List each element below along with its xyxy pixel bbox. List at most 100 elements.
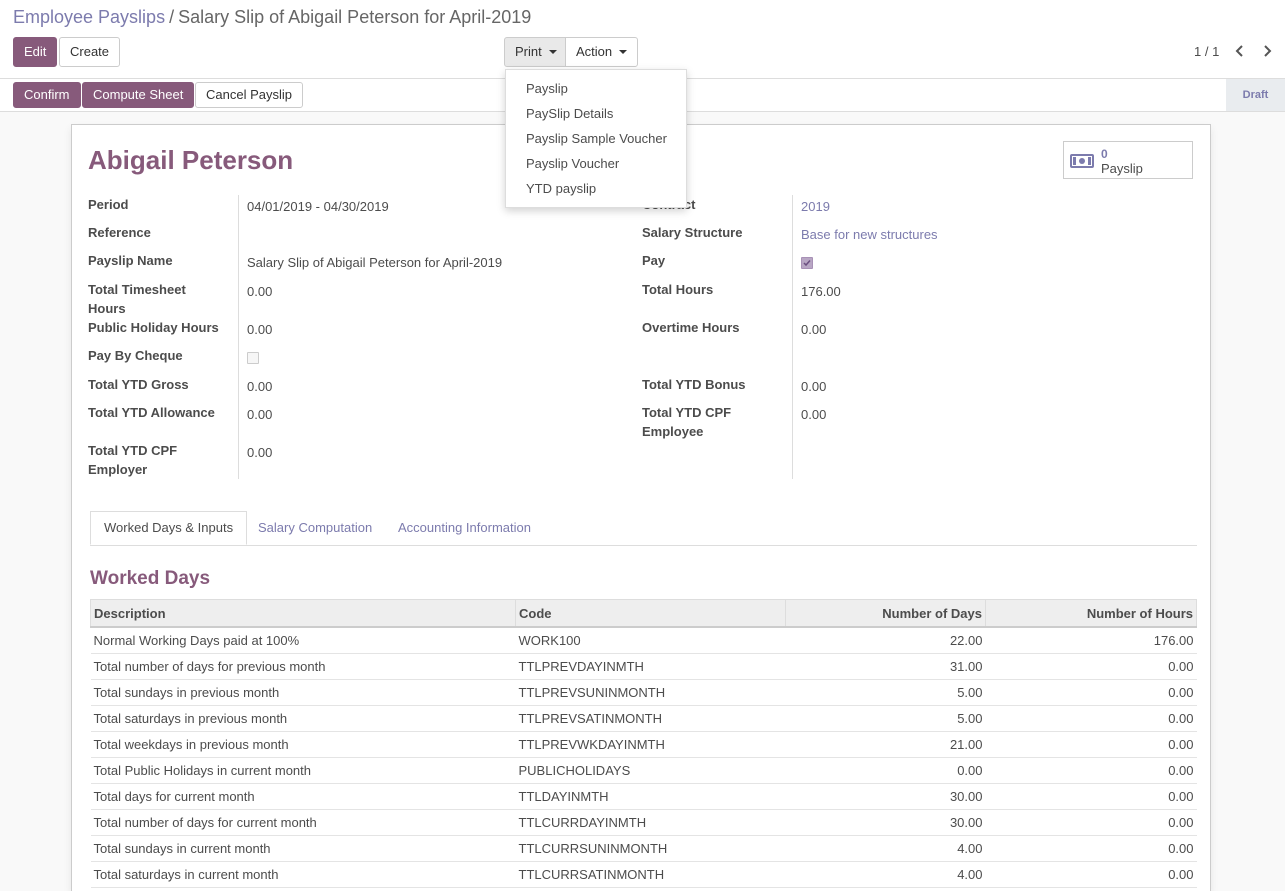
table-row[interactable]: Total Public Holidays in current month PU… <box>90 757 1197 784</box>
ytd-bonus-value[interactable]: 0.00 <box>801 377 826 396</box>
right-column-divider <box>792 195 793 479</box>
public-holiday-hours-label: Public Holiday Hours <box>88 320 219 335</box>
status-draft[interactable]: Draft <box>1226 79 1285 111</box>
ytd-gross-label: Total YTD Gross <box>88 377 189 392</box>
worked-days-table: Description Code Number of Days Number o… <box>90 599 1197 888</box>
public-holiday-hours-value[interactable]: 0.00 <box>247 320 272 339</box>
print-menu-item-payslip[interactable]: Payslip <box>526 81 568 96</box>
confirm-button[interactable]: Confirm <box>13 82 81 108</box>
ytd-allowance-value[interactable]: 0.00 <box>247 405 272 424</box>
code-cell: TTLPREVWKDAYINMTH <box>515 731 786 758</box>
create-button[interactable]: Create <box>59 37 121 67</box>
table-row[interactable]: Total days for current month TTLDAYINMTH 3… <box>90 783 1197 810</box>
pager-value[interactable]: 1 / 1 <box>1194 44 1219 59</box>
code-cell: TTLCURRSUNINMONTH <box>515 835 786 862</box>
timesheet-hours-label-line2: Hours <box>88 301 126 316</box>
description-cell: Total days for current month <box>90 783 516 810</box>
payslip-name-value[interactable]: Salary Slip of Abigail Peterson for Apri… <box>247 253 502 272</box>
total-hours-value[interactable]: 176.00 <box>801 282 841 301</box>
control-panel: Employee Payslips / Salary Slip of Abigail… <box>0 0 1285 79</box>
tab-salary-computation[interactable]: Salary Computation <box>245 511 385 544</box>
table-row[interactable]: Total sundays in previous month TTLPREVSU… <box>90 679 1197 706</box>
edit-button[interactable]: Edit <box>13 37 58 67</box>
payslip-smart-button[interactable]: 0 Payslip <box>1063 141 1193 179</box>
timesheet-hours-value[interactable]: 0.00 <box>247 282 272 301</box>
ytd-cpf-employer-label: Total YTD CPF Employer <box>88 441 177 479</box>
payslip-count: 0 <box>1101 147 1108 161</box>
hours-cell: 0.00 <box>985 809 1197 836</box>
col-code-header[interactable]: Code <box>515 599 786 628</box>
timesheet-hours-label: Total Timesheet Hours <box>88 280 186 318</box>
contract-link[interactable]: 2019 <box>801 197 830 216</box>
table-row[interactable]: Total sundays in current month TTLCURRSUN… <box>90 835 1197 862</box>
col-description-header[interactable]: Description <box>90 599 516 628</box>
notebook-tabs: Worked Days & Inputs Salary Computation … <box>90 511 1197 546</box>
ytd-cpf-employee-value[interactable]: 0.00 <box>801 405 826 424</box>
action-label: Action <box>576 44 613 59</box>
money-icon <box>1070 154 1094 168</box>
total-hours-label: Total Hours <box>642 282 714 297</box>
hours-cell: 0.00 <box>985 731 1197 758</box>
table-row[interactable]: Total weekdays in previous month TTLPREVW… <box>90 731 1197 758</box>
print-label: Print <box>515 44 542 59</box>
ytd-gross-value[interactable]: 0.00 <box>247 377 272 396</box>
days-cell: 0.00 <box>785 757 986 784</box>
ytd-allowance-label: Total YTD Allowance <box>88 405 215 420</box>
description-cell: Total Public Holidays in current month <box>90 757 516 784</box>
hours-cell: 0.00 <box>985 861 1197 888</box>
table-row[interactable]: Total number of days for current month TT… <box>90 809 1197 836</box>
tab-worked-days-inputs[interactable]: Worked Days & Inputs <box>90 511 248 545</box>
code-cell: TTLPREVSUNINMONTH <box>515 679 786 706</box>
cancel-payslip-button[interactable]: Cancel Payslip <box>195 82 303 108</box>
salary-structure-label: Salary Structure <box>642 225 743 240</box>
col-days-header[interactable]: Number of Days <box>785 599 986 628</box>
action-dropdown-button[interactable]: Action <box>565 37 639 67</box>
compute-sheet-button[interactable]: Compute Sheet <box>82 82 195 108</box>
days-cell: 5.00 <box>785 705 986 732</box>
overtime-hours-value[interactable]: 0.00 <box>801 320 826 339</box>
hours-cell: 0.00 <box>985 835 1197 862</box>
ytd-cpf-employee-label-line1: Total YTD CPF <box>642 405 732 420</box>
payslip-smart-label: Payslip <box>1101 161 1143 176</box>
pager-previous-icon[interactable] <box>1233 44 1247 58</box>
col-hours-header[interactable]: Number of Hours <box>985 599 1197 628</box>
code-cell: TTLCURRSATINMONTH <box>515 861 786 888</box>
worked-days-title: Worked Days <box>90 568 211 589</box>
print-menu-item-payslip-sample-voucher[interactable]: Payslip Sample Voucher <box>526 131 667 146</box>
reference-label: Reference <box>88 225 151 240</box>
ytd-cpf-employer-label-line1: Total YTD CPF <box>88 443 178 458</box>
ytd-bonus-label: Total YTD Bonus <box>642 377 746 392</box>
print-menu-item-ytd-payslip[interactable]: YTD payslip <box>526 181 596 196</box>
days-cell: 4.00 <box>785 835 986 862</box>
code-cell: TTLDAYINMTH <box>515 783 786 810</box>
table-row[interactable]: Total number of days for previous month T… <box>90 653 1197 680</box>
code-cell: TTLPREVSATINMONTH <box>515 705 786 732</box>
employee-name: Abigail Peterson <box>88 145 294 175</box>
print-menu-item-payslip-voucher[interactable]: Payslip Voucher <box>526 156 619 171</box>
period-value[interactable]: 04/01/2019 - 04/30/2019 <box>247 197 389 216</box>
pay-by-cheque-checkbox[interactable] <box>247 352 259 364</box>
ytd-cpf-employee-label: Total YTD CPF Employee <box>642 403 731 441</box>
worked-days-rows: Normal Working Days paid at 100% WORK100 2… <box>90 627 1197 888</box>
hours-cell: 0.00 <box>985 705 1197 732</box>
salary-structure-link[interactable]: Base for new structures <box>801 225 938 244</box>
tab-accounting-information[interactable]: Accounting Information <box>385 511 544 544</box>
description-cell: Normal Working Days paid at 100% <box>90 627 516 654</box>
hours-cell: 0.00 <box>985 783 1197 810</box>
days-cell: 22.00 <box>785 627 986 654</box>
code-cell: TTLPREVDAYINMTH <box>515 653 786 680</box>
breadcrumb-parent-link[interactable]: Employee Payslips <box>13 7 165 27</box>
left-column-divider <box>238 195 239 479</box>
pager-next-icon[interactable] <box>1260 44 1274 58</box>
print-dropdown-button[interactable]: Print <box>504 37 568 67</box>
days-cell: 21.00 <box>785 731 986 758</box>
table-row[interactable]: Total saturdays in previous month TTLPREV… <box>90 705 1197 732</box>
check-icon <box>803 260 811 267</box>
table-row[interactable]: Total saturdays in current month TTLCURRS… <box>90 861 1197 888</box>
ytd-cpf-employer-value[interactable]: 0.00 <box>247 443 272 462</box>
description-cell: Total number of days for current month <box>90 809 516 836</box>
table-row[interactable]: Normal Working Days paid at 100% WORK100 2… <box>90 627 1197 654</box>
print-menu-item-payslip-details[interactable]: PaySlip Details <box>526 106 613 121</box>
description-cell: Total number of days for previous month <box>90 653 516 680</box>
pay-checkbox[interactable] <box>801 257 813 269</box>
